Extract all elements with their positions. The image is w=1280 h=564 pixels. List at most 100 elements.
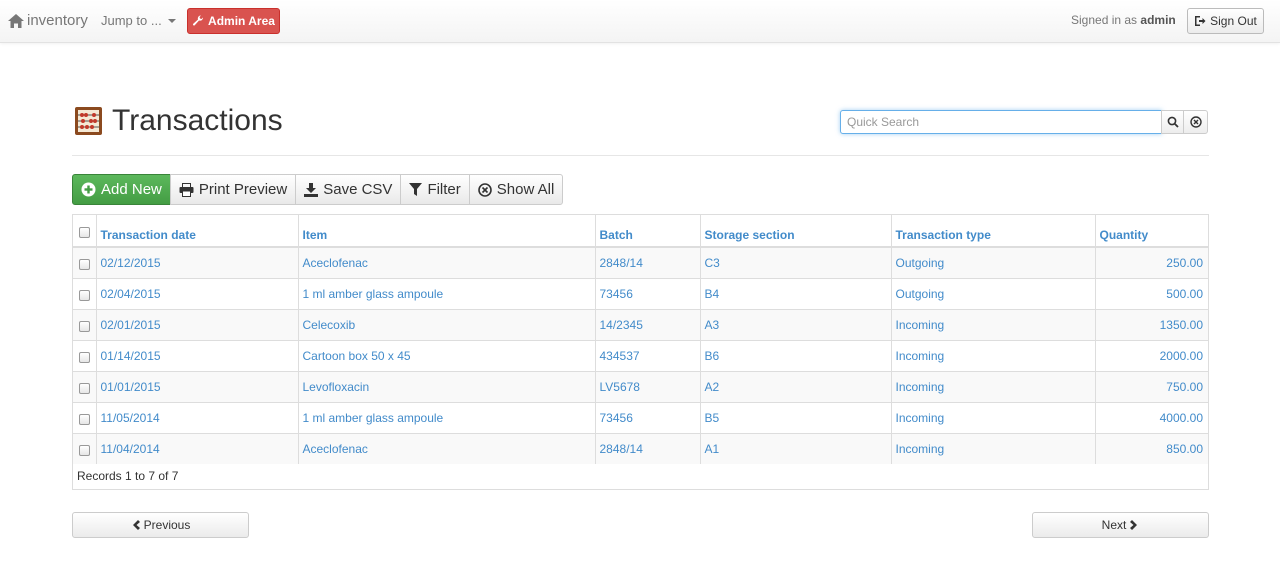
- row-checkbox[interactable]: [78, 444, 90, 456]
- username: admin: [1140, 13, 1176, 27]
- row-checkbox[interactable]: [78, 351, 90, 363]
- cell-transaction-type[interactable]: Incoming: [891, 432, 1096, 464]
- row-checkbox[interactable]: [78, 413, 90, 425]
- column-header-transaction-date[interactable]: Transaction date: [96, 215, 299, 248]
- row-checkbox-cell: [73, 308, 97, 340]
- save-csv-label: Save CSV: [323, 181, 393, 198]
- cell-transaction-type[interactable]: Incoming: [891, 370, 1096, 402]
- cell-transaction-date[interactable]: 11/04/2014: [96, 432, 299, 464]
- cell-transaction-date[interactable]: 01/14/2015: [96, 339, 299, 371]
- select-all-checkbox[interactable]: [78, 226, 90, 238]
- cell-transaction-date[interactable]: 02/04/2015: [96, 277, 299, 309]
- next-page-button[interactable]: Next: [1032, 512, 1209, 538]
- cell-batch[interactable]: 14/2345: [595, 308, 701, 340]
- cell-transaction-type[interactable]: Incoming: [891, 308, 1096, 340]
- filter-button[interactable]: Filter: [400, 174, 470, 205]
- cell-item[interactable]: Cartoon box 50 x 45: [298, 339, 596, 371]
- cell-item[interactable]: Aceclofenac: [298, 432, 596, 464]
- cell-transaction-date[interactable]: 11/05/2014: [96, 401, 299, 433]
- wrench-icon: [192, 15, 204, 26]
- chevron-right-icon: [1130, 520, 1138, 530]
- cell-batch[interactable]: LV5678: [595, 370, 701, 402]
- page-title: Transactions: [74, 104, 283, 138]
- row-checkbox-cell: [73, 370, 97, 402]
- sign-out-button[interactable]: Sign Out: [1187, 8, 1264, 34]
- cell-quantity[interactable]: 500.00: [1095, 277, 1208, 309]
- jump-to-label: Jump to ...: [101, 13, 162, 28]
- cell-item[interactable]: Levofloxacin: [298, 370, 596, 402]
- cell-storage-section[interactable]: B6: [700, 339, 892, 371]
- brand-link[interactable]: inventory: [8, 12, 88, 29]
- row-checkbox[interactable]: [78, 289, 90, 301]
- signed-in-text: Signed in as admin: [1071, 13, 1176, 27]
- clear-circle-icon: [477, 182, 492, 197]
- previous-page-button[interactable]: Previous: [72, 512, 249, 538]
- row-checkbox-cell: [73, 401, 97, 433]
- cell-storage-section[interactable]: B4: [700, 277, 892, 309]
- next-label: Next: [1101, 518, 1127, 532]
- table-header-row: Transaction date Item Batch Storage sect…: [73, 215, 1208, 248]
- clear-circle-icon: [1189, 116, 1202, 128]
- column-header-storage-section[interactable]: Storage section: [700, 215, 892, 248]
- row-checkbox-cell: [73, 277, 97, 309]
- column-header-quantity[interactable]: Quantity: [1095, 215, 1208, 248]
- header-divider: [72, 155, 1209, 156]
- search-input[interactable]: [840, 110, 1162, 134]
- sign-out-label: Sign Out: [1210, 14, 1257, 28]
- records-count: Records 1 to 7 of 7: [77, 469, 179, 483]
- brand-label: inventory: [27, 12, 88, 29]
- row-checkbox[interactable]: [78, 320, 90, 332]
- select-all-checkbox-cell: [73, 215, 97, 248]
- cell-item[interactable]: Aceclofenac: [298, 246, 596, 278]
- cell-batch[interactable]: 2848/14: [595, 246, 701, 278]
- clear-search-button[interactable]: [1183, 110, 1208, 134]
- table-row: 02/04/2015 1 ml amber glass ampoule 7345…: [73, 277, 1208, 309]
- cell-quantity[interactable]: 850.00: [1095, 432, 1208, 464]
- cell-batch[interactable]: 73456: [595, 277, 701, 309]
- jump-to-dropdown[interactable]: Jump to ...: [101, 13, 176, 28]
- cell-transaction-type[interactable]: Outgoing: [891, 246, 1096, 278]
- plus-circle-icon: [81, 182, 96, 197]
- cell-quantity[interactable]: 2000.00: [1095, 339, 1208, 371]
- save-csv-button[interactable]: Save CSV: [295, 174, 402, 205]
- cell-batch[interactable]: 73456: [595, 401, 701, 433]
- table-row: 02/12/2015 Aceclofenac 2848/14 C3 Outgoi…: [73, 246, 1208, 278]
- row-checkbox[interactable]: [78, 382, 90, 394]
- row-checkbox[interactable]: [78, 258, 90, 270]
- cell-quantity[interactable]: 1350.00: [1095, 308, 1208, 340]
- column-header-batch[interactable]: Batch: [595, 215, 701, 248]
- cell-storage-section[interactable]: C3: [700, 246, 892, 278]
- cell-item[interactable]: Celecoxib: [298, 308, 596, 340]
- print-preview-label: Print Preview: [198, 181, 288, 198]
- cell-quantity[interactable]: 4000.00: [1095, 401, 1208, 433]
- cell-storage-section[interactable]: A2: [700, 370, 892, 402]
- search-button[interactable]: [1161, 110, 1184, 134]
- cell-storage-section[interactable]: B5: [700, 401, 892, 433]
- cell-item[interactable]: 1 ml amber glass ampoule: [298, 401, 596, 433]
- cell-item[interactable]: 1 ml amber glass ampoule: [298, 277, 596, 309]
- cell-storage-section[interactable]: A3: [700, 308, 892, 340]
- filter-icon: [409, 182, 423, 196]
- cell-batch[interactable]: 2848/14: [595, 432, 701, 464]
- cell-transaction-type[interactable]: Incoming: [891, 339, 1096, 371]
- search-icon: [1167, 116, 1179, 128]
- add-new-button[interactable]: Add New: [72, 174, 171, 205]
- cell-batch[interactable]: 434537: [595, 339, 701, 371]
- admin-area-button[interactable]: Admin Area: [187, 8, 280, 34]
- cell-quantity[interactable]: 750.00: [1095, 370, 1208, 402]
- cell-quantity[interactable]: 250.00: [1095, 246, 1208, 278]
- cell-storage-section[interactable]: A1: [700, 432, 892, 464]
- table-row: 01/14/2015 Cartoon box 50 x 45 434537 B6…: [73, 339, 1208, 371]
- cell-transaction-type[interactable]: Outgoing: [891, 277, 1096, 309]
- signed-in-prefix: Signed in as: [1071, 13, 1138, 27]
- column-header-transaction-type[interactable]: Transaction type: [891, 215, 1096, 248]
- print-preview-button[interactable]: Print Preview: [169, 174, 297, 205]
- cell-transaction-date[interactable]: 01/01/2015: [96, 370, 299, 402]
- column-header-item[interactable]: Item: [298, 215, 596, 248]
- table-row: 02/01/2015 Celecoxib 14/2345 A3 Incoming…: [73, 308, 1208, 340]
- cell-transaction-type[interactable]: Incoming: [891, 401, 1096, 433]
- cell-transaction-date[interactable]: 02/12/2015: [96, 246, 299, 278]
- cell-transaction-date[interactable]: 02/01/2015: [96, 308, 299, 340]
- show-all-button[interactable]: Show All: [468, 174, 564, 205]
- print-icon: [179, 182, 194, 197]
